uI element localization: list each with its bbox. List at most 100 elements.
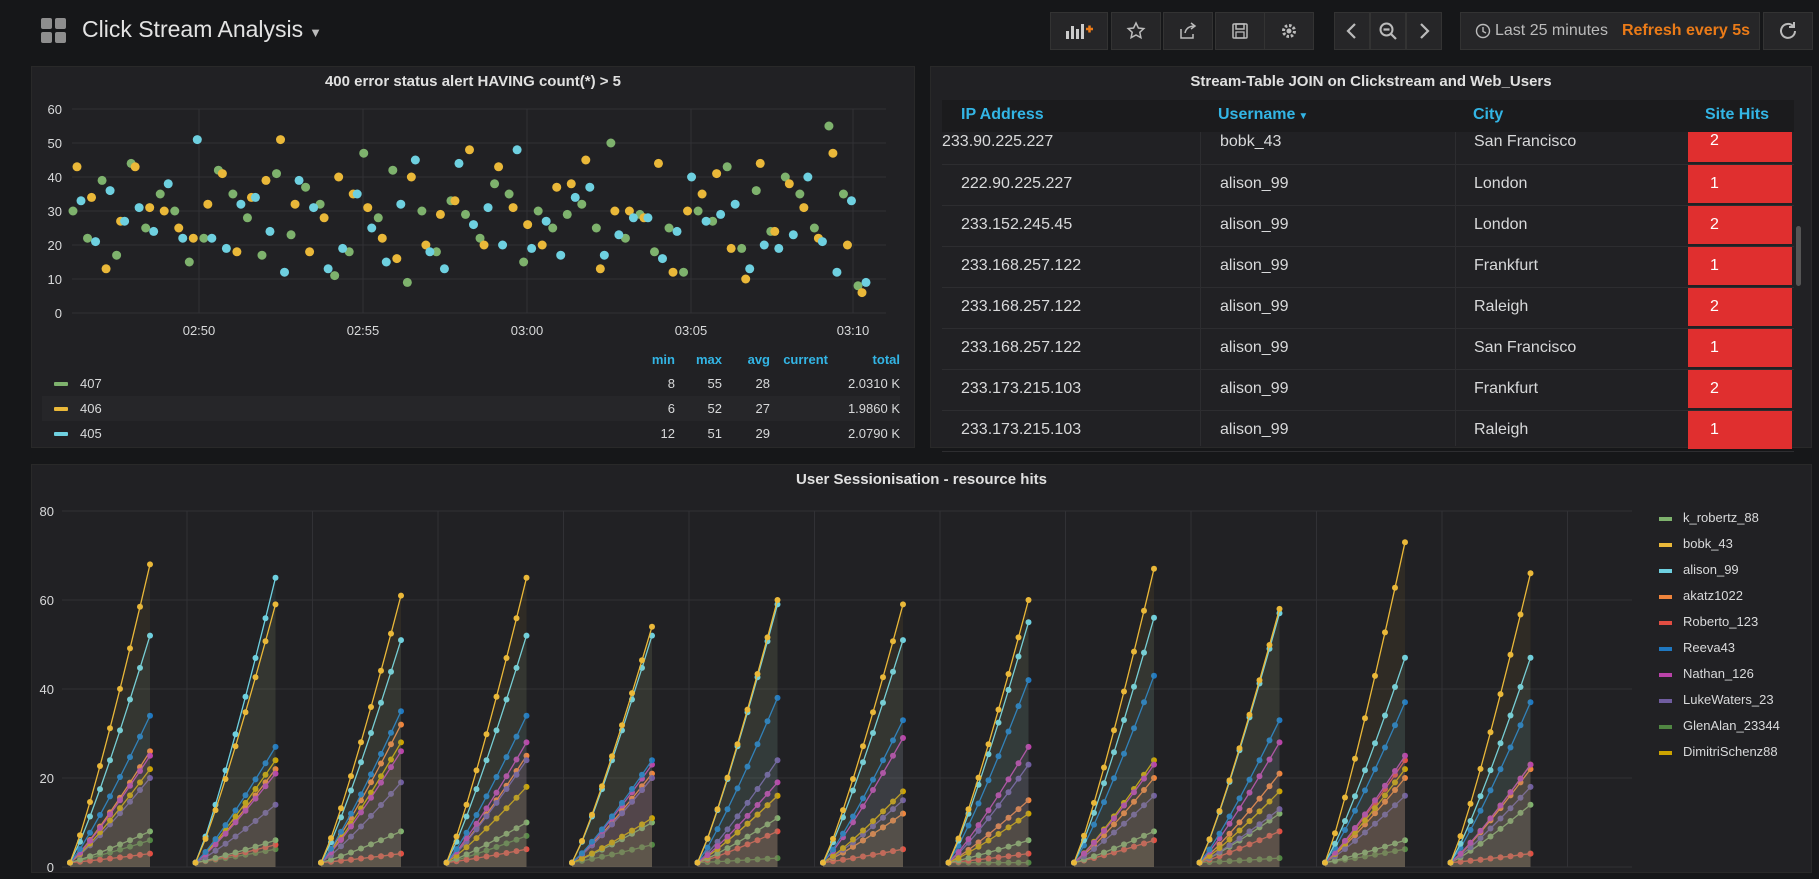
legend-series-row[interactable]: 406 6 52 27 1.9860 K	[42, 396, 900, 421]
panel-title[interactable]: 400 error status alert HAVING count(*) >…	[32, 73, 914, 90]
legend-series-row[interactable]: 405 12 51 29 2.0790 K	[42, 421, 900, 446]
series-area	[321, 595, 401, 867]
column-header-site-hits[interactable]: Site Hits	[1705, 106, 1769, 124]
scatter-point	[562, 209, 572, 219]
settings-button[interactable]	[1264, 12, 1314, 50]
scatter-point	[788, 230, 798, 240]
table-row[interactable]: 233.152.245.45 alison_99 London 2	[942, 205, 1794, 247]
star-button[interactable]	[1111, 12, 1161, 50]
series-point	[453, 833, 460, 840]
column-header-username[interactable]: Username ▼	[1218, 106, 1308, 124]
time-picker-button[interactable]: Last 25 minutes Refresh every 5s	[1460, 12, 1760, 50]
series-color-swatch	[1659, 699, 1672, 703]
series-point	[694, 859, 701, 866]
series-max: 55	[707, 376, 722, 391]
add-panel-button[interactable]	[1050, 12, 1108, 50]
scatter-point	[330, 271, 340, 281]
scatter-point	[290, 199, 300, 209]
time-back-button[interactable]	[1334, 12, 1370, 50]
dashboard-grid-icon[interactable]	[41, 18, 67, 44]
dashboard-title[interactable]: Click Stream Analysis ▼	[82, 16, 322, 43]
legend-header-current[interactable]: current	[772, 352, 828, 367]
scatter-point	[784, 179, 794, 189]
table-row[interactable]: 233.168.257.122 alison_99 Raleigh 2	[942, 287, 1794, 329]
series-point	[1246, 711, 1253, 718]
ip-address-cell: 233.90.225.227	[942, 133, 1054, 150]
share-button[interactable]	[1163, 12, 1213, 50]
table-row[interactable]: 233.90.225.227 bobk_43 San Francisco 2	[942, 132, 1794, 165]
scatter-point	[91, 237, 101, 247]
scatter-point	[533, 206, 543, 216]
scatter-point	[832, 267, 842, 277]
series-point	[77, 832, 83, 839]
table-scrollbar[interactable]	[1796, 226, 1801, 286]
table-row[interactable]: 233.173.215.103 alison_99 Frankfurt 2	[942, 369, 1794, 411]
scatter-point	[323, 264, 333, 274]
scatter-point	[184, 257, 194, 267]
column-header-city[interactable]: City	[1473, 106, 1503, 124]
scatter-point	[591, 223, 601, 233]
scatter-point	[595, 264, 605, 274]
series-point	[639, 657, 645, 664]
time-forward-button[interactable]	[1406, 12, 1442, 50]
series-point	[202, 835, 209, 842]
scatter-point	[672, 226, 682, 236]
table-row[interactable]: 222.90.225.227 alison_99 London 1	[942, 164, 1794, 206]
scatter-point	[228, 189, 238, 199]
series-min: 8	[667, 376, 675, 391]
series-color-swatch	[54, 382, 68, 386]
series-total: 2.0790 K	[847, 426, 900, 441]
legend-header-min[interactable]: min	[620, 352, 675, 367]
series-point	[318, 859, 324, 866]
scatter-point	[203, 199, 213, 209]
series-point	[870, 709, 876, 716]
username-cell: alison_99	[1220, 175, 1289, 192]
series-point	[1352, 755, 1358, 762]
series-point	[493, 693, 500, 700]
series-point	[1101, 764, 1107, 771]
panel-title[interactable]: User Sessionisation - resource hits	[32, 471, 1811, 488]
series-name[interactable]: 406	[80, 401, 102, 416]
series-point	[252, 655, 259, 661]
legend-header-total[interactable]: total	[832, 352, 900, 367]
table-row[interactable]: 233.168.257.122 alison_99 San Francisco 1	[942, 328, 1794, 370]
series-point	[378, 667, 384, 674]
scatter-point	[359, 148, 369, 158]
scatter-point	[566, 179, 576, 189]
table-row[interactable]: 233.168.257.122 alison_99 Frankfurt 1	[942, 246, 1794, 288]
series-name[interactable]: 405	[80, 426, 102, 441]
zoom-out-button[interactable]	[1370, 12, 1406, 50]
series-point	[1372, 672, 1378, 679]
series-name: Nathan_126	[1683, 666, 1754, 681]
scatter-point	[286, 230, 296, 240]
column-header-ip[interactable]: IP Address	[961, 106, 1044, 124]
legend-header-max[interactable]: max	[672, 352, 722, 367]
chevron-left-icon	[1346, 23, 1356, 39]
time-range-label: Last 25 minutes	[1495, 22, 1608, 39]
series-point	[1005, 671, 1012, 677]
refresh-button[interactable]	[1763, 12, 1813, 50]
site-hits-cell: 2	[1688, 288, 1792, 326]
legend-series-row[interactable]: 407 8 55 28 2.0310 K	[42, 371, 900, 396]
series-name[interactable]: 407	[80, 376, 102, 391]
series-name: k_robertz_88	[1683, 510, 1759, 525]
panel-title[interactable]: Stream-Table JOIN on Clickstream and Web…	[931, 73, 1811, 90]
table-row[interactable]: 233.173.215.103 alison_99 Raleigh 1	[942, 410, 1794, 452]
series-point	[714, 806, 721, 813]
series-point	[1392, 584, 1398, 591]
series-point	[328, 835, 334, 842]
series-point	[107, 725, 113, 732]
scatter-point	[261, 175, 271, 185]
y-tick-label: 40	[48, 170, 62, 185]
scatter-point	[450, 196, 460, 206]
series-point	[1382, 629, 1388, 636]
scatter-point	[97, 175, 107, 185]
scatter-point	[712, 169, 722, 179]
scatter-point	[751, 186, 761, 196]
scatter-point	[319, 213, 329, 223]
scatter-point	[373, 213, 383, 223]
series-point	[820, 859, 826, 866]
legend-header-avg[interactable]: avg	[722, 352, 770, 367]
save-button[interactable]	[1215, 12, 1265, 50]
ip-address-cell: 233.173.215.103	[961, 421, 1082, 438]
